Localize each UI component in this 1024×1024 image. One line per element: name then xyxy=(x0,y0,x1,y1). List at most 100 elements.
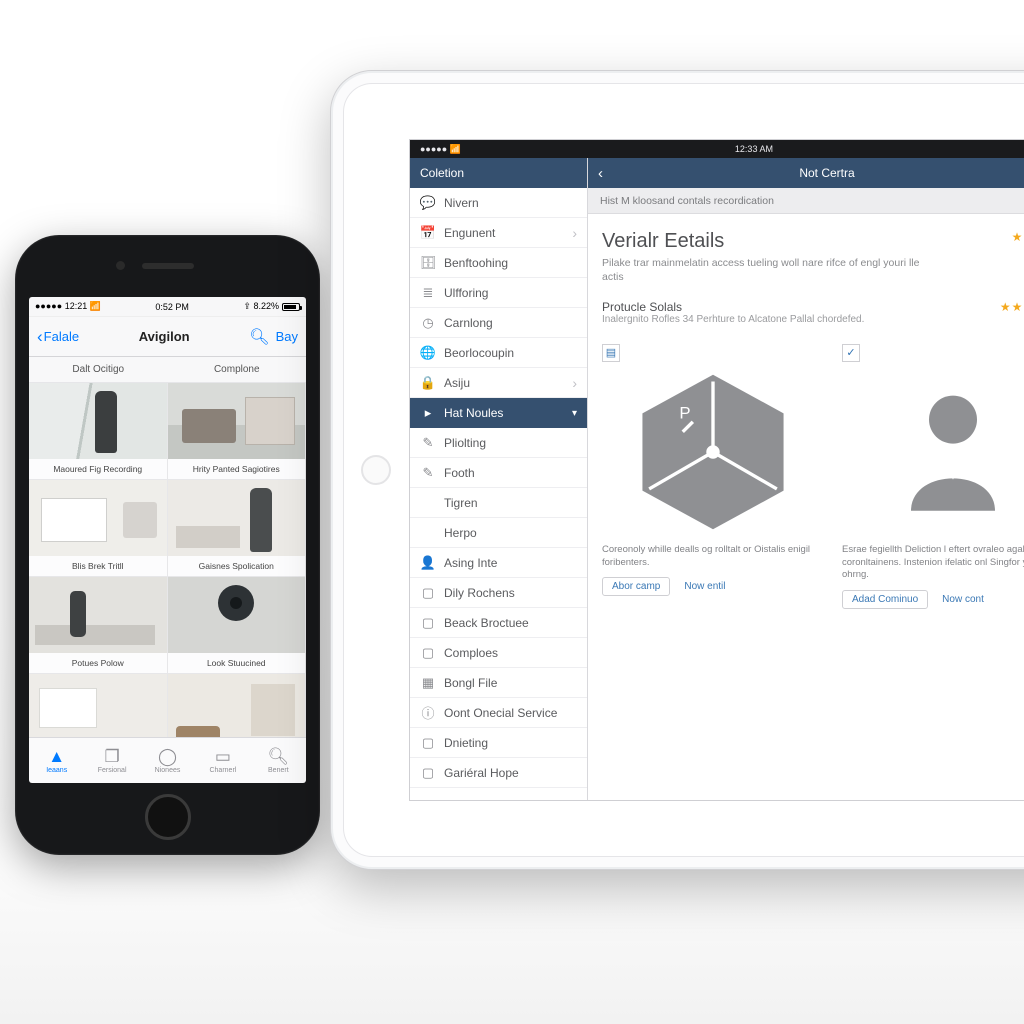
tag-icon: ▸ xyxy=(420,405,436,421)
chevron-down-icon: ▾ xyxy=(572,408,577,419)
card-right-text: Esrae fegiellth Deliction l eftert ovral… xyxy=(842,544,1024,582)
search-icon[interactable]: 🔍︎ xyxy=(249,327,269,347)
sidebar-item-label: Beorlocoupin xyxy=(444,346,577,360)
navbar-title: Avigilon xyxy=(79,329,249,344)
box-icon: ▢ xyxy=(420,585,436,601)
card-left-button[interactable]: Abor camp xyxy=(602,577,670,596)
archive-icon: 🗄 xyxy=(420,255,436,271)
lock-icon: 🔒 xyxy=(420,375,436,391)
chevron-right-icon: › xyxy=(572,375,577,391)
segment-0[interactable]: Dalt Ocitigo xyxy=(29,357,168,382)
sidebar-item-bot-0[interactable]: ✎Pliolting xyxy=(410,428,587,458)
tab-2[interactable]: ◯Nionees xyxy=(140,738,195,783)
sidebar-item-label: Nivern xyxy=(444,196,577,210)
sidebar-item-label: Benftoohing xyxy=(444,256,577,270)
sidebar-item-label: Herpo xyxy=(444,526,577,540)
sidebar-item-label: Asing Inte xyxy=(444,556,577,570)
blank-icon xyxy=(420,525,436,541)
status-battery: ⇪ 8.22% xyxy=(243,301,300,312)
content-back-button[interactable]: ‹ xyxy=(598,165,616,182)
ipad-device: ●●●●● 📶 12:33 AM Coletion 💬 Nivern 📅Engune… xyxy=(330,70,1024,870)
camera-cell-0[interactable]: Maoured Fig Recording xyxy=(29,383,168,480)
box-icon: ▢ xyxy=(420,735,436,751)
card-right-button[interactable]: Adad Cominuo xyxy=(842,590,928,609)
navbar-actions: 🔍︎ Bay xyxy=(249,327,298,347)
section-title: Verialr Eetails xyxy=(602,230,932,253)
rating-top: ★★★21 xyxy=(1012,230,1024,244)
product-subtitle: Inalergnito Rofles 34 Perhture to Alcato… xyxy=(602,314,864,325)
sidebar-item-top-3[interactable]: ≣Ulfforing xyxy=(410,278,587,308)
iphone-home-button[interactable] xyxy=(145,794,191,840)
segment-1[interactable]: Complone xyxy=(168,357,307,382)
tab-4[interactable]: 🔍︎Benert xyxy=(251,738,306,783)
sidebar-item-label: Dnieting xyxy=(444,736,577,750)
sidebar-item-bot-11[interactable]: ▢Gariéral Hope xyxy=(410,758,587,788)
sidebar-item-bot-6[interactable]: ▢Beack Broctuee xyxy=(410,608,587,638)
chat-bubble-icon: 💬 xyxy=(420,195,436,211)
section-subtitle: Pilake trar mainmelatin access tueling w… xyxy=(602,256,932,284)
chevron-right-icon: › xyxy=(572,225,577,241)
card-right-link[interactable]: Now cont xyxy=(942,594,984,605)
rating-mid: ★★★★21 xyxy=(1000,300,1024,314)
phone-status-bar: ●●●●● 12:21 📶 0:52 PM ⇪ 8.22% xyxy=(29,297,306,317)
sidebar-item-label: Carnlong xyxy=(444,316,577,330)
globe-icon: 🌐 xyxy=(420,345,436,361)
iphone-camera-dot xyxy=(116,261,125,270)
sidebar-section-header[interactable]: ▸ Hat Noules ▾ xyxy=(410,398,587,428)
sidebar-item-top-2[interactable]: 🗄 Benftoohing xyxy=(410,248,587,278)
sidebar-item-label: Footh xyxy=(444,466,577,480)
pencil-icon: ✎ xyxy=(420,465,436,481)
segment-bar: Dalt Ocitigo Complone xyxy=(29,357,306,383)
clock-icon: ◷ xyxy=(420,315,436,331)
camera-cell-3[interactable]: Gaisnes Spolication xyxy=(168,480,307,577)
sidebar-item-bot-9[interactable]: ⓘOont Onecial Service xyxy=(410,698,587,728)
product-title: Protucle Solals xyxy=(602,300,864,314)
tablet-status-bar: ●●●●● 📶 12:33 AM xyxy=(410,140,1024,158)
sidebar-item-bot-2[interactable]: Tigren xyxy=(410,488,587,518)
sidebar-item-bot-8[interactable]: ▦Bongl File xyxy=(410,668,587,698)
sidebar-item-top-4[interactable]: ◷ Carnlong xyxy=(410,308,587,338)
box-icon: ▢ xyxy=(420,645,436,661)
camera-cell-2[interactable]: Blis Brek Tritll xyxy=(29,480,168,577)
camera-cell-5[interactable]: Look Stuucined xyxy=(168,577,307,674)
tab-0[interactable]: ▲Ieaans xyxy=(29,738,84,783)
sidebar-item-bot-10[interactable]: ▢ Dnieting xyxy=(410,728,587,758)
tab-3[interactable]: ▭Charnerl xyxy=(195,738,250,783)
sidebar-item-label: Dily Rochens xyxy=(444,586,577,600)
iphone-screen: ●●●●● 12:21 📶 0:52 PM ⇪ 8.22% ‹ Falale A… xyxy=(29,297,306,783)
box-icon: ▢ xyxy=(420,765,436,781)
camera-cell-7[interactable] xyxy=(168,674,307,737)
content-title: Not Certra xyxy=(616,166,1024,180)
pencil-icon: ✎ xyxy=(420,435,436,451)
back-button[interactable]: ‹ Falale xyxy=(37,328,79,345)
sidebar-item-top-5[interactable]: 🌐 Beorlocoupin xyxy=(410,338,587,368)
card-left-link[interactable]: Now entil xyxy=(684,581,725,592)
sidebar-item-bot-4[interactable]: 👤Asing Inte xyxy=(410,548,587,578)
camera-cell-4[interactable]: Potues Polow xyxy=(29,577,168,674)
ipad-home-button[interactable] xyxy=(361,455,391,485)
sidebar-header: Coletion xyxy=(410,158,587,188)
card-right-badge-icon: ✓ xyxy=(842,344,860,362)
sidebar-item-top-6[interactable]: 🔒Asiju› xyxy=(410,368,587,398)
sidebar-item-bot-1[interactable]: ✎ Footh xyxy=(410,458,587,488)
sidebar-item-bot-7[interactable]: ▢ Comploes xyxy=(410,638,587,668)
status-left: ●●●●● 📶 xyxy=(420,144,461,155)
phone-tabbar: ▲Ieaans ❐Fersional ◯Nionees ▭Charnerl 🔍︎… xyxy=(29,737,306,783)
card-left: ▤ P xyxy=(602,343,824,609)
camera-cell-6[interactable] xyxy=(29,674,168,737)
sidebar: Coletion 💬 Nivern 📅Engunent› 🗄 Benftoohing ≣U… xyxy=(410,158,588,800)
iphone-speaker xyxy=(142,263,194,269)
camera-cell-1[interactable]: Hrity Panted Sagiotires xyxy=(168,383,307,480)
sidebar-item-bot-5[interactable]: ▢ Dily Rochens xyxy=(410,578,587,608)
navbar-action-label[interactable]: Bay xyxy=(276,329,298,344)
svg-text:P: P xyxy=(679,403,690,422)
sidebar-item-bot-3[interactable]: Herpo xyxy=(410,518,587,548)
tab-1[interactable]: ❐Fersional xyxy=(84,738,139,783)
sidebar-item-label: Comploes xyxy=(444,646,577,660)
layers-icon: ≣ xyxy=(420,285,436,301)
sidebar-item-top-0[interactable]: 💬 Nivern xyxy=(410,188,587,218)
iphone-device: ●●●●● 12:21 📶 0:52 PM ⇪ 8.22% ‹ Falale A… xyxy=(15,235,320,855)
sidebar-item-top-1[interactable]: 📅Engunent› xyxy=(410,218,587,248)
back-label: Falale xyxy=(44,329,79,344)
list-icon: ▭ xyxy=(215,748,231,765)
